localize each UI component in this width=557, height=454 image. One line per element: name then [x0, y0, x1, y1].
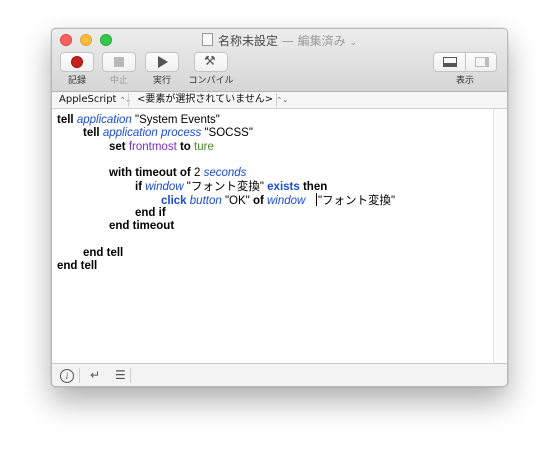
script-token: "フォント変換": [183, 180, 268, 193]
language-value: AppleScript: [59, 94, 117, 105]
script-token: tell: [83, 127, 100, 140]
run-button[interactable]: [145, 52, 179, 72]
nav-divider: [276, 93, 277, 107]
edited-status: 編集済み: [297, 34, 346, 48]
script-token: then: [302, 180, 328, 193]
script-line[interactable]: click button "OK" of window "フォント変換": [161, 192, 396, 208]
script-token: exists: [267, 180, 300, 193]
view-toggle[interactable]: [433, 52, 497, 72]
info-icon[interactable]: i: [60, 369, 74, 383]
script-token: set: [109, 140, 126, 153]
stop-icon: [114, 57, 124, 67]
script-token: application: [76, 114, 132, 126]
script-line[interactable]: end tell: [83, 246, 123, 260]
text-caret: [315, 192, 317, 206]
element-value: <要素が選択されていません>: [137, 94, 274, 105]
nav-divider: [128, 93, 129, 107]
chevron-down-icon: ⌄: [349, 38, 358, 48]
script-token: frontmost: [128, 140, 177, 153]
script-token: click: [161, 194, 187, 207]
script-line[interactable]: end tell: [57, 259, 97, 273]
script-line[interactable]: end if: [135, 206, 166, 220]
script-line[interactable]: tell application "System Events": [57, 113, 220, 127]
script-token: ture: [194, 140, 214, 153]
updown-icon: ⌃⌄: [119, 96, 132, 104]
script-token: end tell: [83, 247, 124, 259]
script-token: if: [135, 180, 143, 193]
script-token: [305, 195, 315, 207]
show-sidebar-icon[interactable]: [475, 57, 489, 67]
script-token: "OK": [221, 194, 253, 207]
script-token: window: [267, 194, 306, 207]
script-token: application process: [102, 127, 202, 140]
script-token: "System Events": [131, 114, 220, 126]
hammer-icon: ⚒: [204, 54, 216, 69]
bottom-divider: [79, 368, 80, 383]
updown-icon: ⌃⌄: [276, 96, 289, 104]
script-token: end timeout: [109, 220, 175, 233]
script-token: "SOCSS": [201, 127, 253, 140]
segment-divider: [465, 53, 466, 71]
record-icon: [71, 56, 83, 68]
title-separator: —: [281, 34, 294, 48]
script-token: 2: [190, 167, 204, 180]
script-line[interactable]: if window "フォント変換" exists then: [135, 180, 327, 194]
script-token: with timeout of: [109, 167, 191, 180]
script-editor[interactable]: tell application "System Events" tell app…: [52, 109, 493, 363]
document-name: 名称未設定: [217, 34, 278, 48]
script-token: window: [145, 180, 184, 193]
script-token: of: [252, 194, 264, 207]
stop-button[interactable]: [102, 52, 136, 72]
navigation-bar: AppleScript ⌃⌄ <要素が選択されていません> ⌃⌄: [52, 92, 507, 109]
script-editor-window: 名称未設定 — 編集済み ⌄ 記録 中止 実行 ⚒ コンパイル 表示 Apple…: [51, 28, 508, 387]
script-line[interactable]: tell application process "SOCSS": [83, 126, 253, 140]
script-token: "フォント変換": [317, 194, 396, 207]
bottom-bar: i ↵ ☰: [52, 363, 507, 386]
compile-label: コンパイル: [188, 76, 234, 86]
script-token: tell: [57, 114, 74, 126]
script-token: to: [179, 140, 191, 153]
element-popup[interactable]: <要素が選択されていません> ⌃⌄: [137, 93, 288, 107]
script-line[interactable]: with timeout of 2 seconds: [109, 166, 246, 180]
script-token: end if: [135, 207, 166, 220]
view-label: 表示: [455, 76, 474, 86]
list-icon[interactable]: ☰: [115, 368, 126, 382]
script-token: end tell: [57, 260, 98, 273]
script-token: seconds: [203, 167, 247, 180]
vertical-scrollbar[interactable]: [493, 109, 507, 363]
language-popup[interactable]: AppleScript ⌃⌄: [59, 93, 131, 107]
script-line[interactable]: set frontmost to ture: [109, 140, 214, 154]
script-line[interactable]: end timeout: [109, 219, 174, 233]
bottom-divider: [130, 368, 131, 383]
compile-button[interactable]: ⚒: [194, 52, 228, 72]
script-token: button: [189, 194, 222, 207]
return-icon[interactable]: ↵: [90, 368, 100, 382]
titlebar: 名称未設定 — 編集済み ⌄ 記録 中止 実行 ⚒ コンパイル 表示: [52, 29, 507, 92]
play-icon: [158, 56, 168, 68]
window-title[interactable]: 名称未設定 — 編集済み ⌄: [52, 32, 507, 49]
record-button[interactable]: [60, 52, 94, 72]
document-icon: [201, 33, 213, 46]
show-log-icon[interactable]: [443, 57, 457, 67]
